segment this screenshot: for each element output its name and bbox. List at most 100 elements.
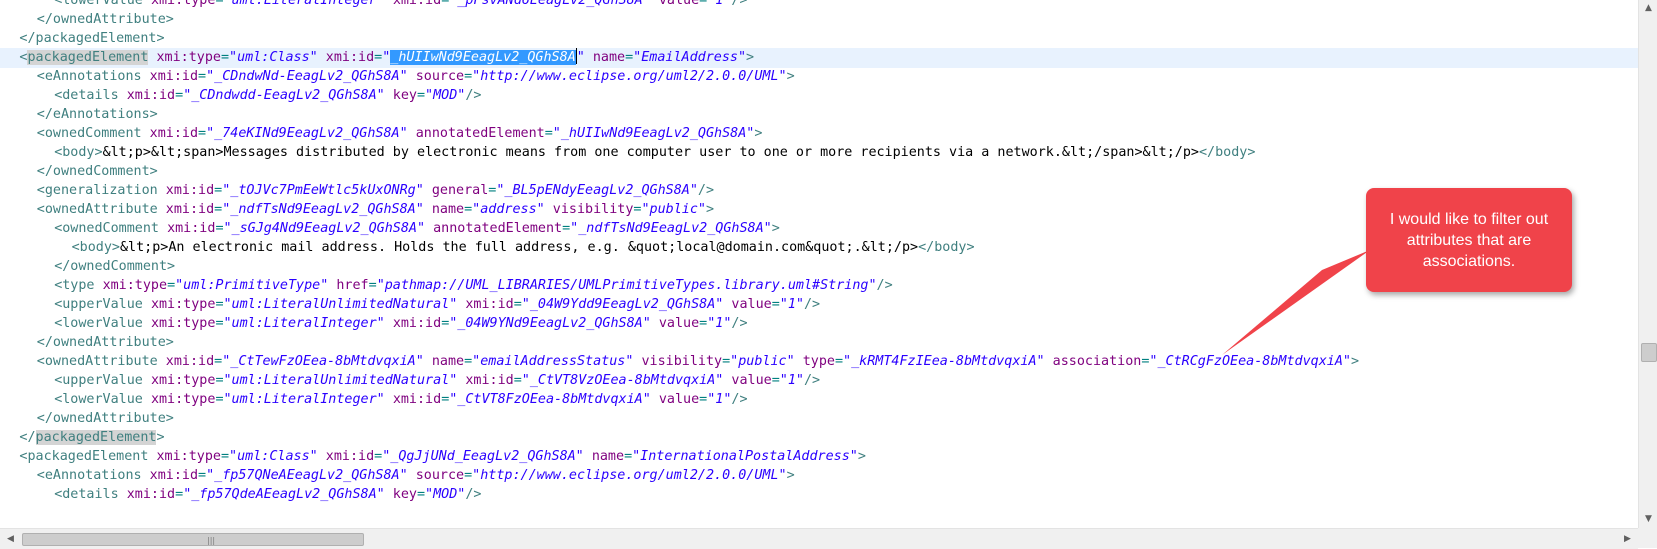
xml-attr-token: value (658, 316, 700, 331)
xml-text-token (1045, 354, 1053, 369)
xml-text-token (585, 50, 593, 65)
xml-tag-token: </ownedComment> (54, 259, 176, 274)
code-line[interactable]: <type xmi:type="uml:PrimitiveType" href=… (0, 276, 892, 296)
xml-attr-token: key (392, 487, 417, 502)
xml-tag-token: /> (697, 183, 715, 198)
scroll-left-arrow-icon[interactable]: ◀ (2, 529, 19, 549)
xml-val-token: "http://www.eclipse.org/uml2/2.0.0/UML" (472, 69, 787, 84)
xml-punct-token: = (464, 468, 473, 483)
code-line[interactable]: <generalization xmi:id="_tOJVc7PmEeWtlc5… (0, 181, 714, 201)
code-line[interactable]: </ownedComment> (0, 257, 175, 277)
code-line[interactable]: <upperValue xmi:type="uml:LiteralUnlimit… (0, 295, 820, 315)
xml-tag-token: <packagedElement (19, 449, 157, 464)
code-line[interactable]: </packagedElement> (0, 428, 165, 448)
xml-attr-token: xmi:id (126, 487, 176, 502)
xml-punct-token: = (464, 69, 473, 84)
code-line[interactable]: <body>&lt;p>&lt;span>Messages distribute… (0, 143, 1255, 163)
code-line[interactable]: <lowerValue xmi:type="uml:LiteralInteger… (0, 390, 747, 410)
xml-attr-token: xmi:type (156, 50, 221, 65)
xml-punct-token: = (771, 373, 780, 388)
xml-val-token: "1" (707, 316, 732, 331)
xml-text-token (651, 316, 659, 331)
xml-val-token: "InternationalPostalAddress" (632, 449, 858, 464)
xml-val-token: "pathmap://UML_LIBRARIES/UMLPrimitiveTyp… (376, 278, 877, 293)
xml-attr-token: name (592, 50, 626, 65)
xml-tag-token: > (754, 126, 763, 141)
vertical-scroll-thumb[interactable] (1641, 343, 1657, 362)
xml-tag-token: <upperValue (54, 373, 151, 388)
xml-punct-token: = (167, 278, 176, 293)
code-line[interactable]: <ownedAttribute xmi:id = "_CtTewFzOEea-8bM… (0, 352, 1359, 372)
xml-tag-token: <lowerValue (54, 316, 151, 331)
code-line[interactable]: <upperValue xmi:type="uml:LiteralUnlimit… (0, 371, 820, 391)
xml-attr-token: value (658, 392, 700, 407)
xml-val-token: "_CtTewFzOEea-8bMtdvqxiA" (222, 354, 424, 369)
code-line[interactable]: <lowerValue xmi:type="uml:LiteralInteger… (0, 314, 747, 334)
xml-punct-token: = (215, 0, 224, 8)
code-line[interactable]: </packagedElement> (0, 29, 164, 49)
xml-tag-token: <ownedAttribute (36, 202, 166, 217)
xml-attr-token: key (392, 88, 417, 103)
xml-val-token: "1" (779, 297, 804, 312)
horizontal-scroll-thumb[interactable]: ||| (22, 533, 364, 546)
code-line[interactable]: <details xmi:id="_CDndwdd-EeagLv2_QGhS8A… (0, 86, 481, 106)
code-line[interactable]: <ownedComment xmi:id="_74eKINd9EeagLv2_Q… (0, 124, 763, 144)
horizontal-scrollbar[interactable]: ◀ ||| ▶ (0, 528, 1638, 549)
code-line[interactable]: </ownedAttribute> (0, 10, 174, 30)
xml-punct-token: = (624, 449, 633, 464)
xml-punct-token: = (215, 316, 224, 331)
xml-tag-token: /> (731, 0, 748, 8)
xml-val-token: "_CDndwNd-EeagLv2_QGhS8A" (206, 69, 408, 84)
code-line[interactable]: </ownedAttribute> (0, 409, 174, 429)
scroll-right-arrow-icon[interactable]: ▶ (1619, 529, 1636, 549)
xml-text-token (385, 0, 393, 8)
code-line[interactable]: <ownedComment xmi:id="_sGJg4Nd9EeagLv2_Q… (0, 219, 780, 239)
xml-attr-token: association (1052, 354, 1142, 369)
xml-tag-token: <lowerValue (54, 0, 151, 8)
scroll-down-arrow-icon[interactable]: ▼ (1639, 511, 1657, 528)
xml-punct-token: = (215, 373, 224, 388)
code-line[interactable]: <body>&lt;p>An electronic mail address. … (0, 238, 975, 258)
xml-punct-token: = (416, 487, 426, 502)
xml-tag-token: </ownedAttribute> (36, 335, 174, 350)
xml-attr-token: xmi:id (392, 392, 442, 407)
xml-tag-token: </ownedAttribute> (36, 411, 174, 426)
code-line[interactable]: <packagedElement xmi:type="uml:Class" xm… (0, 48, 1638, 68)
xml-text-token (318, 449, 326, 464)
xml-val-token: "_CtVT8VzOEea-8bMtdvqxiA" (521, 373, 724, 388)
code-line[interactable]: <packagedElement xmi:type="uml:Class" xm… (0, 447, 866, 467)
code-line[interactable]: </eAnnotations> (0, 105, 158, 125)
matched-tag-highlight: packagedElement (27, 50, 149, 65)
code-line[interactable]: <eAnnotations xmi:id="_fp57QNeAEeagLv2_Q… (0, 466, 795, 486)
xml-text-token (425, 221, 433, 236)
xml-tag-token: <body> (71, 240, 120, 255)
xml-text-token (424, 354, 432, 369)
xml-text-token (385, 487, 393, 502)
xml-text-token (318, 50, 326, 65)
xml-val-token: "MOD" (425, 88, 466, 103)
code-line[interactable]: <ownedAttribute xmi:id = "_ndfTsNd9EeagLv2… (0, 200, 714, 220)
xml-punct-token: = (220, 449, 230, 464)
xml-tag-token: /> (803, 373, 821, 388)
xml-tag-token: /> (465, 487, 482, 502)
xml-tag-token: > (786, 69, 795, 84)
xml-punct-token: = (625, 50, 634, 65)
xml-attr-token: xmi:id (149, 126, 199, 141)
vertical-scrollbar[interactable]: ▲ ▼ (1638, 0, 1657, 528)
xml-attr-token: value (658, 0, 700, 8)
scroll-up-arrow-icon[interactable]: ▲ (1639, 0, 1657, 17)
code-line[interactable]: </ownedAttribute> (0, 333, 174, 353)
xml-val-token: "_04W9Ydd9EeagLv2_QGhS8A" (521, 297, 724, 312)
xml-attr-token: xmi:id (465, 373, 514, 388)
xml-tag-token: <ownedComment (54, 221, 168, 236)
xml-val-token: "_BL5pENdyEeagLv2_QGhS8A" (496, 183, 698, 198)
xml-text-token (408, 468, 416, 483)
xml-attr-token: value (731, 297, 772, 312)
code-line[interactable]: <details xmi:id="_fp57QdeAEeagLv2_QGhS8A… (0, 485, 481, 505)
xml-val-token: "uml:LiteralInteger" (223, 392, 385, 407)
xml-text-token (651, 392, 659, 407)
code-line[interactable]: </ownedComment> (0, 162, 158, 182)
code-line[interactable]: <eAnnotations xmi:id="_CDndwNd-EeagLv2_Q… (0, 67, 795, 87)
annotation-callout: I would like to filter out attributes th… (1366, 188, 1572, 292)
xml-val-token: "1" (707, 392, 732, 407)
